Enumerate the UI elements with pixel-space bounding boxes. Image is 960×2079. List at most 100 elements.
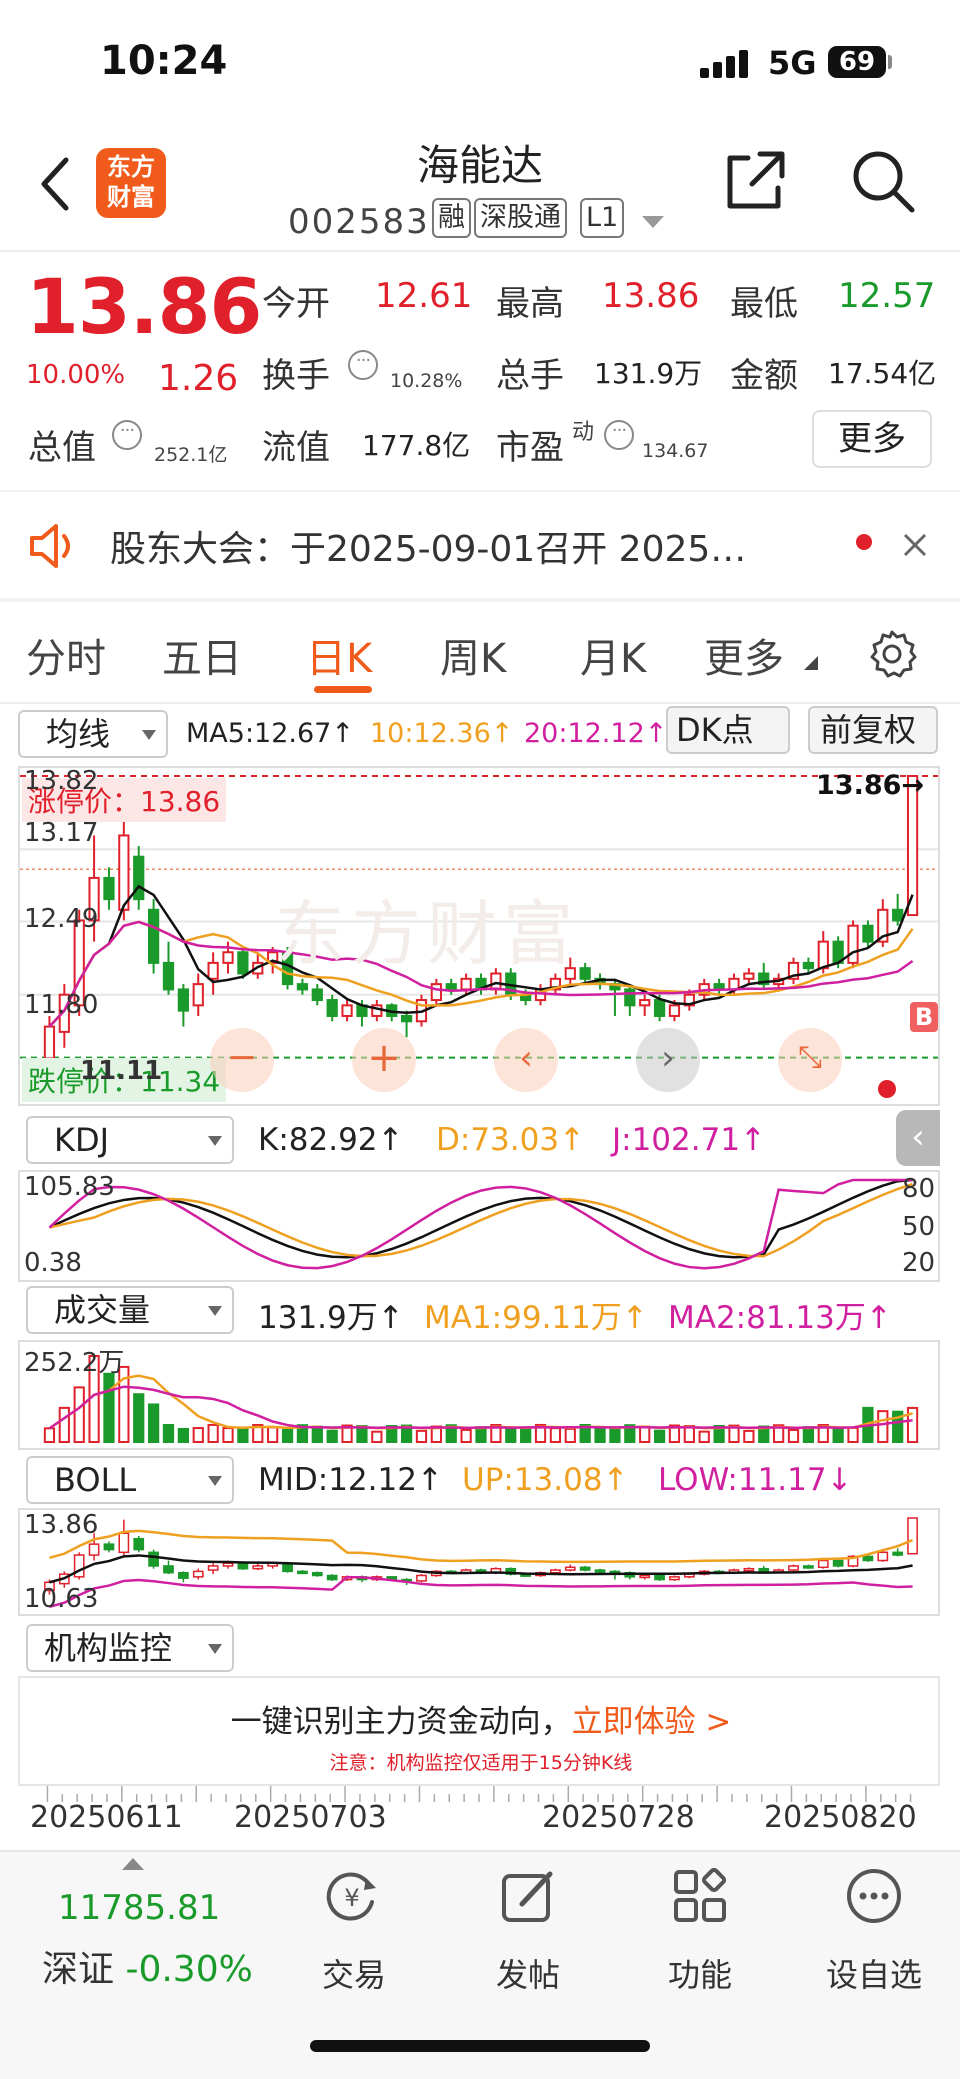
- divider: [0, 702, 960, 704]
- volume-select[interactable]: 成交量: [26, 1286, 234, 1334]
- turnover-value: 10.28%: [390, 370, 463, 392]
- candle-body: [430, 983, 442, 1002]
- tab-more[interactable]: 更多: [704, 626, 784, 684]
- post-icon[interactable]: [498, 1866, 558, 1926]
- fullscreen-button[interactable]: ⤡: [778, 1028, 842, 1092]
- kdj-axis-bottom: 0.38: [24, 1248, 82, 1278]
- candle-body: [653, 999, 666, 1017]
- event-dot[interactable]: [878, 1080, 896, 1098]
- volume-bar: [237, 1427, 249, 1443]
- notice-banner[interactable]: 股东大会：于2025-09-01召开 2025…: [0, 492, 960, 598]
- more-dots-icon[interactable]: ···: [604, 420, 634, 450]
- kdj-j-value: J:102.71↑: [612, 1122, 767, 1158]
- tab-weekly-k[interactable]: 周K: [440, 626, 506, 684]
- chevron-down-icon[interactable]: [642, 216, 664, 230]
- candle-body: [639, 999, 651, 1007]
- tab-monthly-k[interactable]: 月K: [580, 626, 646, 684]
- candle-body: [445, 983, 457, 991]
- volume-bar: [847, 1426, 859, 1443]
- axis-top: 13.82: [24, 766, 99, 796]
- volume-axis-top: 252.2万: [24, 1348, 125, 1378]
- nav-watchlist[interactable]: 设自选: [814, 1950, 934, 1996]
- boll-axis-bottom: 10.63: [24, 1584, 99, 1614]
- more-options-icon[interactable]: [844, 1866, 904, 1926]
- boll-select[interactable]: BOLL: [26, 1456, 234, 1504]
- trade-icon[interactable]: ¥: [322, 1866, 382, 1926]
- close-icon[interactable]: [902, 532, 928, 558]
- kdj-d-value: D:73.03↑: [436, 1122, 586, 1158]
- promo-link[interactable]: 立即体验 >: [572, 1704, 732, 1740]
- chevron-up-icon[interactable]: [122, 1858, 144, 1870]
- network-type: 5G: [768, 44, 817, 82]
- volume-bar: [609, 1428, 621, 1444]
- pan-right-button[interactable]: ›: [636, 1028, 700, 1092]
- unread-dot: [856, 534, 872, 550]
- candle-body: [162, 961, 175, 991]
- tag-connect: 深股通: [474, 198, 567, 238]
- candle-body: [802, 961, 815, 970]
- buy-signal-badge: B: [910, 1002, 938, 1032]
- boll-candle-body: [579, 1566, 591, 1571]
- institution-select[interactable]: 机构监控: [26, 1624, 234, 1672]
- volume-bar: [505, 1428, 517, 1444]
- more-button[interactable]: 更多: [812, 410, 932, 468]
- boll-candle-body: [639, 1574, 651, 1579]
- boll-candle-body: [669, 1576, 680, 1581]
- boll-candle-body: [758, 1567, 770, 1573]
- boll-candle-body: [118, 1532, 130, 1554]
- nav-post[interactable]: 发帖: [468, 1950, 588, 1996]
- volume-bar: [698, 1430, 710, 1444]
- zoom-in-button[interactable]: +: [352, 1028, 416, 1092]
- nav-functions[interactable]: 功能: [640, 1950, 760, 1996]
- volume-ma1: MA1:99.11万↑: [424, 1300, 648, 1336]
- adjust-button[interactable]: 前复权: [808, 706, 938, 754]
- candle-body: [177, 988, 189, 1012]
- boll-up: UP:13.08↑: [462, 1462, 629, 1498]
- dk-point-button[interactable]: DK点: [666, 706, 790, 754]
- nav-trade[interactable]: 交易: [294, 1950, 414, 1996]
- more-dots-icon[interactable]: ···: [112, 420, 142, 450]
- kline-panel[interactable]: 东方财富 涨停价：13.86 跌停价：11.34 13.82 13.17 12.…: [18, 766, 940, 1106]
- home-indicator: [310, 2040, 650, 2052]
- tab-daily-k[interactable]: 日K: [306, 626, 372, 684]
- tab-intraday[interactable]: 分时: [26, 626, 106, 684]
- volume-ma-line: [48, 1385, 913, 1430]
- open-value: 12.61: [375, 276, 473, 316]
- institution-promo[interactable]: 一键识别主力资金动向，立即体验 > 注意：机构监控仅适用于15分钟K线: [18, 1676, 940, 1786]
- candle-body: [668, 1004, 681, 1017]
- tab-five-day[interactable]: 五日: [162, 626, 242, 684]
- amount-label: 金额: [730, 356, 798, 396]
- status-bar: 10:24 5G 69: [0, 0, 960, 120]
- boll-candle-body: [237, 1562, 249, 1570]
- boll-up-line: [49, 1529, 914, 1564]
- collapse-side-button[interactable]: ‹: [896, 1110, 940, 1166]
- boll-candle-body: [817, 1559, 829, 1569]
- candle-body: [118, 834, 130, 911]
- stock-code: 002583: [288, 202, 430, 242]
- low-value: 12.57: [838, 276, 936, 316]
- index-summary[interactable]: 深证 -0.30%: [42, 1940, 253, 1992]
- boll-candle-body: [326, 1574, 338, 1581]
- index-value[interactable]: 11785.81: [58, 1888, 220, 1928]
- volume-bar: [222, 1427, 234, 1443]
- boll-candle-body: [594, 1569, 606, 1573]
- ma-select[interactable]: 均线: [18, 710, 168, 758]
- more-dots-icon[interactable]: ···: [348, 350, 378, 380]
- candle-body: [847, 924, 859, 964]
- index-change: -0.30%: [125, 1949, 253, 1990]
- candle-body: [817, 940, 829, 970]
- volume-bar: [311, 1425, 323, 1443]
- candle-body: [296, 983, 309, 991]
- functions-icon[interactable]: [670, 1866, 730, 1926]
- turnover-label: 换手: [262, 356, 330, 396]
- volume-bar: [267, 1426, 279, 1444]
- kdj-select[interactable]: KDJ: [26, 1116, 234, 1164]
- search-icon[interactable]: [848, 146, 918, 216]
- date-label: 20250611: [30, 1800, 183, 1835]
- zoom-out-button[interactable]: −: [210, 1028, 274, 1092]
- gear-icon[interactable]: [866, 628, 918, 680]
- pan-left-button[interactable]: ‹: [494, 1028, 558, 1092]
- kdj-50: 50: [902, 1212, 936, 1242]
- svg-text:¥: ¥: [344, 1884, 359, 1912]
- share-icon[interactable]: [720, 146, 790, 216]
